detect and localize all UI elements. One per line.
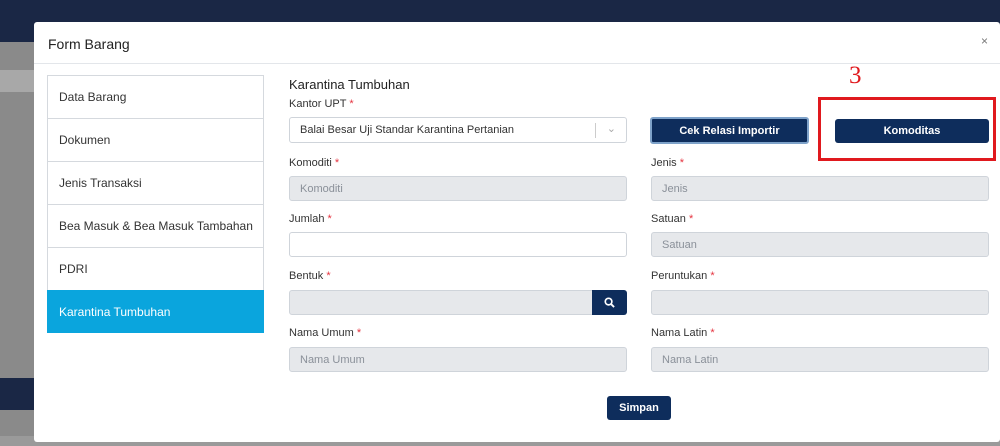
tab-pdri[interactable]: PDRI <box>47 247 264 290</box>
kantor-upt-label: Kantor UPT * <box>289 98 354 110</box>
komoditi-field[interactable]: Komoditi <box>289 176 627 201</box>
required-mark: * <box>710 327 715 339</box>
nama-umum-field[interactable]: Nama Umum <box>289 347 627 372</box>
jumlah-field[interactable] <box>289 232 627 257</box>
peruntukan-field[interactable] <box>651 290 989 315</box>
simpan-button[interactable]: Simpan <box>607 396 671 420</box>
required-mark: * <box>334 157 340 169</box>
search-icon <box>604 297 615 308</box>
required-mark: * <box>349 98 354 110</box>
tab-bea-masuk[interactable]: Bea Masuk & Bea Masuk Tambahan <box>47 204 264 247</box>
tab-karantina-tumbuhan[interactable]: Karantina Tumbuhan <box>47 290 264 333</box>
nama-latin-field[interactable]: Nama Latin <box>651 347 989 372</box>
kantor-upt-value: Balai Besar Uji Standar Karantina Pertan… <box>300 124 515 136</box>
bentuk-search-button[interactable] <box>592 290 627 315</box>
satuan-label: Satuan * <box>651 213 694 225</box>
bentuk-label: Bentuk * <box>289 270 331 282</box>
tab-jenis-transaksi[interactable]: Jenis Transaksi <box>47 161 264 204</box>
form-barang-modal: Form Barang × Data Barang Dokumen Jenis … <box>34 22 1000 442</box>
jumlah-label: Jumlah * <box>289 213 332 225</box>
background-band <box>0 70 34 92</box>
required-mark: * <box>688 213 694 225</box>
section-title: Karantina Tumbuhan <box>289 77 410 92</box>
form-tabs: Data Barang Dokumen Jenis Transaksi Bea … <box>47 75 264 333</box>
required-mark: * <box>679 157 685 169</box>
required-mark: * <box>356 327 362 339</box>
modal-header: Form Barang × <box>34 22 1000 64</box>
bentuk-field[interactable] <box>289 290 593 315</box>
peruntukan-label: Peruntukan * <box>651 270 715 282</box>
annotation-highlight-box <box>818 97 996 161</box>
chevron-down-icon[interactable]: ⌄ <box>607 122 616 135</box>
tab-data-barang[interactable]: Data Barang <box>47 75 264 118</box>
required-mark: * <box>710 270 715 282</box>
required-mark: * <box>327 213 332 225</box>
select-separator <box>595 123 596 138</box>
close-icon[interactable]: × <box>981 34 988 48</box>
satuan-field[interactable]: Satuan <box>651 232 989 257</box>
background-band <box>0 378 34 410</box>
annotation-step-number: 3 <box>849 62 862 89</box>
nama-latin-label: Nama Latin * <box>651 327 715 339</box>
tab-dokumen[interactable]: Dokumen <box>47 118 264 161</box>
jenis-field[interactable]: Jenis <box>651 176 989 201</box>
kantor-upt-select[interactable]: Balai Besar Uji Standar Karantina Pertan… <box>289 117 627 143</box>
required-mark: * <box>326 270 331 282</box>
cek-relasi-importir-button[interactable]: Cek Relasi Importir <box>650 117 809 144</box>
komoditi-label: Komoditi * <box>289 157 340 169</box>
jenis-label: Jenis * <box>651 157 685 169</box>
nama-umum-label: Nama Umum * <box>289 327 362 339</box>
modal-title: Form Barang <box>48 36 130 52</box>
